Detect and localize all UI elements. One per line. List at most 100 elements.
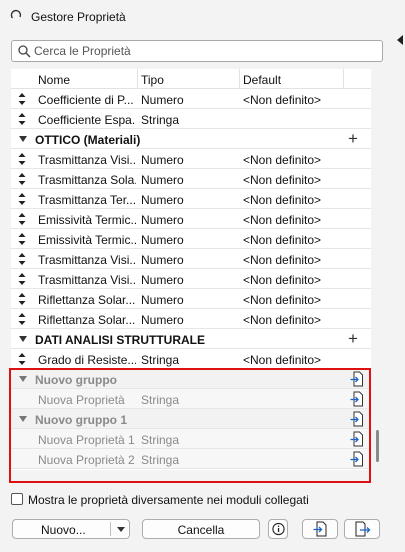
- property-type: Stringa: [141, 453, 180, 467]
- property-default: <Non definito>: [243, 273, 322, 287]
- drag-handle-icon[interactable]: [18, 353, 26, 365]
- column-divider[interactable]: [343, 69, 344, 89]
- property-name: Trasmittanza Sola...: [38, 173, 136, 187]
- column-header-name[interactable]: Nome: [38, 73, 70, 87]
- group-row[interactable]: OTTICO (Materiali) +: [11, 129, 371, 149]
- group-row[interactable]: Nuovo gruppo 1: [11, 409, 371, 429]
- property-name: Grado di Resiste...: [38, 353, 136, 367]
- search-input[interactable]: [34, 43, 374, 59]
- spinner-icon: [10, 9, 22, 19]
- import-file-icon[interactable]: [350, 371, 364, 387]
- property-name: Trasmittanza Visi...: [38, 253, 136, 267]
- property-type: Numero: [141, 273, 184, 287]
- property-name: Trasmittanza Visi...: [38, 153, 136, 167]
- table-row[interactable]: Emissività Termic... Numero <Non definito>: [11, 209, 371, 229]
- column-header-default[interactable]: Default: [243, 73, 281, 87]
- property-type: Stringa: [141, 433, 180, 447]
- import-button[interactable]: [302, 519, 338, 539]
- property-default: <Non definito>: [243, 213, 322, 227]
- property-default: <Non definito>: [243, 153, 322, 167]
- property-name: Nuova Proprietà 2: [38, 453, 135, 467]
- property-default: <Non definito>: [243, 93, 322, 107]
- table-row[interactable]: Trasmittanza Sola... Numero <Non definito>: [11, 169, 371, 189]
- drag-handle-icon[interactable]: [18, 193, 26, 205]
- drag-handle-icon[interactable]: [18, 313, 26, 325]
- table-row[interactable]: Coefficiente di P... Numero <Non definito>: [11, 89, 371, 109]
- property-default: <Non definito>: [243, 193, 322, 207]
- column-divider[interactable]: [137, 69, 138, 89]
- table-row[interactable]: Coefficiente Espa... Stringa: [11, 109, 371, 129]
- property-name: Emissività Termic...: [38, 233, 136, 247]
- table-header: Nome Tipo Default: [11, 69, 371, 89]
- triangle-down-icon[interactable]: [19, 376, 27, 382]
- split-divider: [110, 522, 111, 536]
- triangle-down-icon[interactable]: [19, 136, 27, 142]
- chevron-down-icon[interactable]: [117, 527, 125, 532]
- table-row[interactable]: Trasmittanza Visi... Numero <Non definito>: [11, 269, 371, 289]
- table-row[interactable]: Nuova Proprietà Stringa: [11, 389, 371, 409]
- show-linked-label: Mostra le proprietà diversamente nei mod…: [28, 493, 309, 507]
- group-name: OTTICO (Materiali): [35, 133, 141, 147]
- export-icon: [355, 521, 371, 537]
- property-name: Riflettanza Solar...: [38, 293, 136, 307]
- drag-handle-icon[interactable]: [18, 153, 26, 165]
- new-button-label: Nuovo...: [41, 523, 86, 537]
- drag-handle-icon[interactable]: [18, 113, 26, 125]
- property-type: Numero: [141, 93, 184, 107]
- info-icon: [272, 522, 285, 536]
- scrollbar-thumb[interactable]: [376, 430, 379, 462]
- property-type: Numero: [141, 233, 184, 247]
- show-linked-checkbox[interactable]: [11, 493, 23, 505]
- drag-handle-icon[interactable]: [18, 293, 26, 305]
- group-row[interactable]: DATI ANALISI STRUTTURALE +: [11, 329, 371, 349]
- property-default: <Non definito>: [243, 313, 322, 327]
- window-title: Gestore Proprietà: [31, 10, 126, 24]
- import-file-icon[interactable]: [350, 411, 364, 427]
- group-name: Nuovo gruppo: [35, 373, 117, 387]
- table-row[interactable]: Nuova Proprietà 2 Stringa: [11, 449, 371, 469]
- search-icon: [18, 45, 31, 58]
- property-default: <Non definito>: [243, 233, 322, 247]
- table-row[interactable]: Grado di Resiste... Stringa <Non definito>: [11, 349, 371, 369]
- drag-handle-icon[interactable]: [18, 93, 26, 105]
- group-row[interactable]: Nuovo gruppo: [11, 369, 371, 389]
- property-type: Numero: [141, 193, 184, 207]
- column-divider[interactable]: [239, 69, 240, 89]
- table-row[interactable]: Trasmittanza Visi... Numero <Non definito>: [11, 249, 371, 269]
- property-type: Stringa: [141, 353, 180, 367]
- table-row[interactable]: Emissività Termic... Numero <Non definito>: [11, 229, 371, 249]
- drag-handle-icon[interactable]: [18, 173, 26, 185]
- collapse-arrow-icon[interactable]: [397, 35, 403, 45]
- column-header-type[interactable]: Tipo: [141, 73, 164, 87]
- table-row[interactable]: Riflettanza Solar... Numero <Non definito>: [11, 289, 371, 309]
- property-name: Coefficiente Espa...: [38, 113, 136, 127]
- plus-icon[interactable]: +: [348, 130, 358, 148]
- table-row[interactable]: Nuova Proprietà 1 Stringa: [11, 429, 371, 449]
- export-button[interactable]: [344, 519, 380, 539]
- drag-handle-icon[interactable]: [18, 253, 26, 265]
- import-file-icon[interactable]: [350, 391, 364, 407]
- triangle-down-icon[interactable]: [19, 336, 27, 342]
- property-name: Trasmittanza Visi...: [38, 273, 136, 287]
- table-row[interactable]: Trasmittanza Visi... Numero <Non definito>: [11, 149, 371, 169]
- property-default: <Non definito>: [243, 173, 322, 187]
- new-button[interactable]: Nuovo...: [12, 519, 130, 539]
- drag-handle-icon[interactable]: [18, 273, 26, 285]
- drag-handle-icon[interactable]: [18, 233, 26, 245]
- table-row[interactable]: Trasmittanza Ter... Numero <Non definito>: [11, 189, 371, 209]
- properties-table: Nome Tipo Default Coefficiente di P... Nu…: [11, 69, 371, 470]
- info-button[interactable]: [268, 519, 288, 539]
- plus-icon[interactable]: +: [348, 330, 358, 348]
- drag-handle-icon[interactable]: [18, 213, 26, 225]
- triangle-down-icon[interactable]: [19, 416, 27, 422]
- group-name: Nuovo gruppo 1: [35, 413, 127, 427]
- import-file-icon[interactable]: [350, 451, 364, 467]
- search-box[interactable]: [11, 40, 383, 62]
- import-file-icon: [313, 521, 327, 537]
- property-name: Coefficiente di P...: [38, 93, 134, 107]
- property-default: <Non definito>: [243, 253, 322, 267]
- cancel-button[interactable]: Cancella: [142, 519, 260, 539]
- table-row[interactable]: Riflettanza Solar... Numero <Non definito>: [11, 309, 371, 329]
- property-type: Stringa: [141, 113, 180, 127]
- import-file-icon[interactable]: [350, 431, 364, 447]
